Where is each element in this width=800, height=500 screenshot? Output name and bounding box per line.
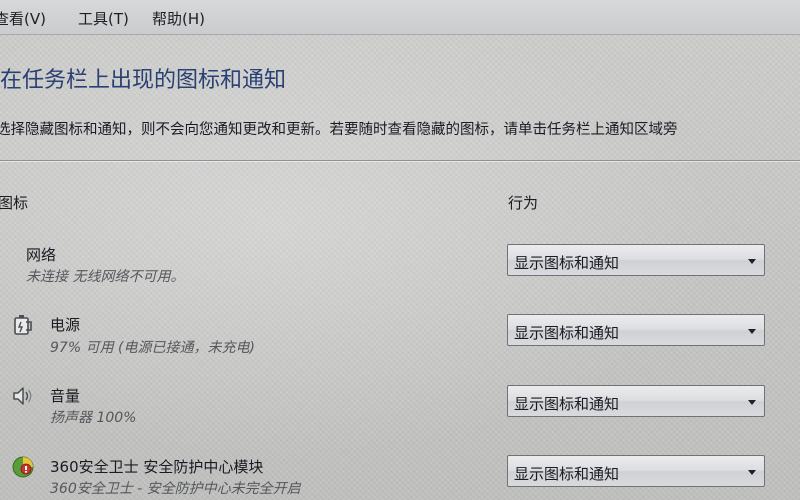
menu-help[interactable]: 帮助(H)	[152, 8, 205, 29]
row-title-power: 电源	[50, 316, 81, 334]
divider	[0, 160, 800, 161]
notification-area-icons-window: 查看(V) 工具(T) 帮助(H) 在任务栏上出现的图标和通知 选择隐藏图标和通…	[0, 0, 800, 500]
row-status-volume: 扬声器 100%	[50, 410, 137, 426]
power-icon	[14, 315, 32, 335]
row-status-power: 97% 可用 (电源已接通，未充电)	[50, 340, 255, 356]
chevron-down-icon	[748, 470, 756, 475]
behavior-dropdown-360-safe[interactable]: 显示图标和通知	[507, 455, 765, 487]
page-description: 选择隐藏图标和通知，则不会向您通知更改和更新。若要随时查看隐藏的图标，请单击任务…	[0, 122, 678, 138]
menu-tools[interactable]: 工具(T)	[78, 8, 129, 29]
dropdown-value: 显示图标和通知	[514, 395, 620, 413]
row-title-network: 网络	[26, 246, 57, 264]
row-status-network: 未连接 无线网络不可用。	[26, 269, 185, 285]
behavior-dropdown-power[interactable]: 显示图标和通知	[507, 314, 765, 346]
menu-bar: 查看(V) 工具(T) 帮助(H)	[0, 0, 800, 35]
360-safe-icon	[12, 456, 34, 478]
dropdown-value: 显示图标和通知	[514, 465, 620, 483]
chevron-down-icon	[748, 400, 756, 405]
row-status-360-safe: 360安全卫士 - 安全防护中心未完全开启	[50, 481, 301, 497]
dropdown-value: 显示图标和通知	[514, 324, 620, 342]
chevron-down-icon	[748, 259, 756, 264]
column-header-behavior: 行为	[508, 194, 539, 212]
menu-view[interactable]: 查看(V)	[0, 8, 46, 29]
column-header-icon: 图标	[0, 194, 29, 212]
page-title: 在任务栏上出现的图标和通知	[0, 68, 287, 93]
dropdown-value: 显示图标和通知	[514, 254, 620, 272]
behavior-dropdown-volume[interactable]: 显示图标和通知	[507, 385, 765, 417]
behavior-dropdown-network[interactable]: 显示图标和通知	[507, 244, 765, 276]
chevron-down-icon	[748, 329, 756, 334]
row-title-360-safe: 360安全卫士 安全防护中心模块	[50, 458, 264, 476]
speaker-icon	[13, 387, 32, 405]
row-title-volume: 音量	[50, 387, 81, 405]
